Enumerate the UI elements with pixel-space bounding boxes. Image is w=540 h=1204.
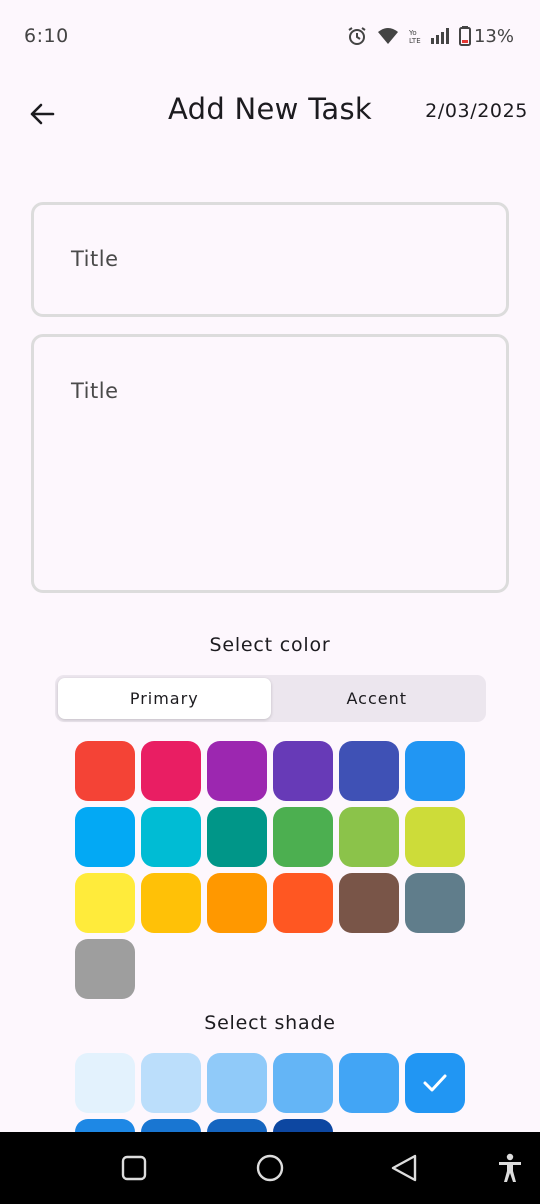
shade-swatch[interactable]: [207, 1053, 267, 1113]
wifi-icon: [377, 27, 399, 45]
color-swatch[interactable]: [207, 807, 267, 867]
signal-icon: [430, 28, 449, 44]
svg-text:LTE: LTE: [409, 37, 421, 45]
shade-swatch[interactable]: [273, 1053, 333, 1113]
shade-swatch[interactable]: [141, 1053, 201, 1113]
color-swatch[interactable]: [405, 873, 465, 933]
volte-icon: Yo LTE: [409, 27, 421, 45]
color-swatch[interactable]: [75, 741, 135, 801]
description-placeholder: Title: [71, 379, 119, 403]
recent-apps-button[interactable]: [116, 1150, 152, 1186]
color-swatch[interactable]: [273, 807, 333, 867]
status-bar: 6:10 Yo LTE 13%: [0, 0, 540, 72]
color-swatch[interactable]: [141, 741, 201, 801]
task-date[interactable]: 2/03/2025: [425, 100, 528, 122]
color-swatch[interactable]: [273, 741, 333, 801]
title-placeholder: Title: [71, 247, 119, 271]
recent-apps-icon: [121, 1155, 147, 1181]
battery-icon: 13%: [458, 25, 514, 47]
battery-percent: 13%: [473, 25, 514, 47]
select-color-label: Select color: [209, 634, 331, 656]
home-icon: [256, 1154, 284, 1182]
shade-swatch[interactable]: [75, 1053, 135, 1113]
color-swatch[interactable]: [339, 807, 399, 867]
nav-back-button[interactable]: [386, 1150, 422, 1186]
color-swatch[interactable]: [339, 741, 399, 801]
title-input[interactable]: Title: [31, 202, 509, 317]
back-button[interactable]: [22, 94, 62, 134]
arrow-left-icon: [30, 103, 55, 125]
system-nav-bar: [0, 1132, 540, 1204]
back-icon: [391, 1154, 417, 1182]
color-swatch[interactable]: [207, 741, 267, 801]
status-icons: Yo LTE 13%: [347, 26, 514, 47]
color-swatch[interactable]: [75, 807, 135, 867]
color-swatch[interactable]: [405, 741, 465, 801]
shade-swatch[interactable]: [339, 1053, 399, 1113]
color-swatch[interactable]: [141, 873, 201, 933]
color-type-toggle: Primary Accent: [55, 675, 486, 722]
home-button[interactable]: [252, 1150, 288, 1186]
color-swatch[interactable]: [405, 807, 465, 867]
color-swatch[interactable]: [273, 873, 333, 933]
color-swatch[interactable]: [207, 873, 267, 933]
color-swatch[interactable]: [141, 807, 201, 867]
alarm-icon: [347, 26, 367, 46]
color-swatch[interactable]: [75, 939, 135, 999]
accessibility-icon: [499, 1153, 521, 1182]
tab-accent[interactable]: Accent: [271, 678, 484, 719]
accessibility-button[interactable]: [492, 1150, 528, 1186]
svg-text:Yo: Yo: [409, 29, 417, 37]
check-icon: [423, 1074, 447, 1092]
select-shade-label: Select shade: [204, 1012, 336, 1034]
tab-primary[interactable]: Primary: [58, 678, 271, 719]
color-swatch[interactable]: [75, 873, 135, 933]
description-input[interactable]: Title: [31, 334, 509, 593]
shade-swatch[interactable]: [405, 1053, 465, 1113]
status-time: 6:10: [24, 25, 69, 47]
color-swatch[interactable]: [339, 873, 399, 933]
app-bar: Add New Task 2/03/2025: [0, 78, 540, 148]
color-grid: [75, 741, 467, 999]
